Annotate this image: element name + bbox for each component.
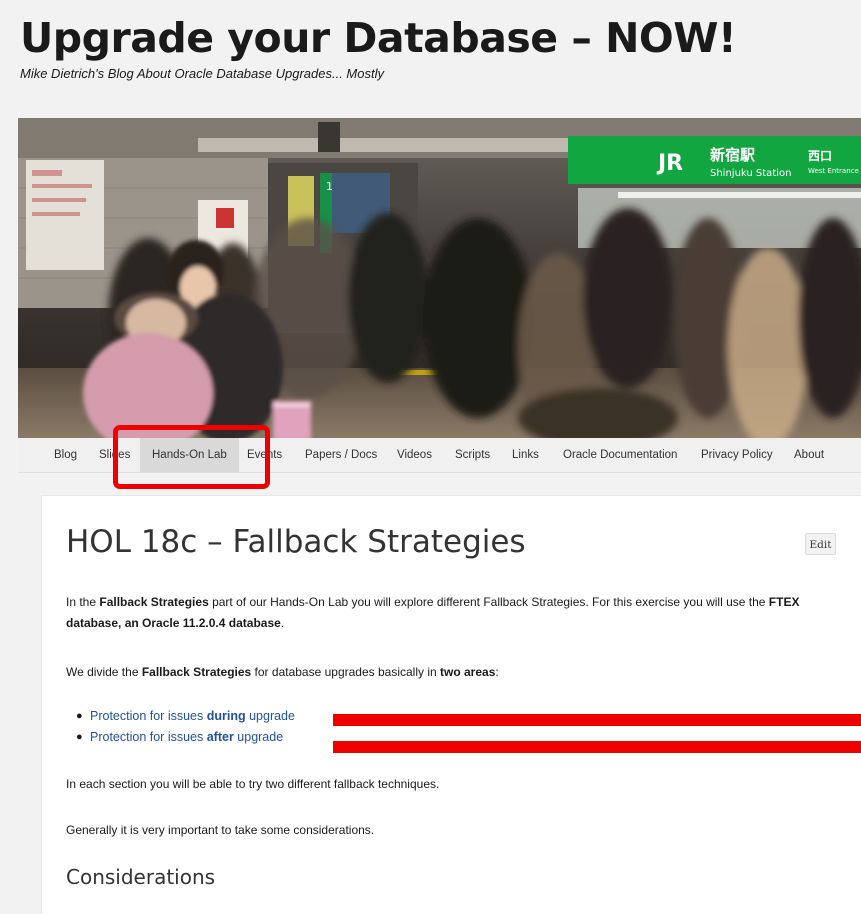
strategy-list: ● Protection for issues during upgrade ● P… [76, 706, 295, 748]
link-protection-during-upgrade[interactable]: ● Protection for issues during upgrade [76, 706, 295, 727]
annotation-highlight-box [113, 425, 270, 489]
general-paragraph: Generally it is very important to take s… [66, 823, 375, 837]
sections-paragraph: In each section you will be able to try … [66, 777, 440, 791]
nav-item-links[interactable]: Links [512, 438, 539, 472]
nav-item-papers-docs[interactable]: Papers / Docs [305, 438, 377, 472]
nav-item-scripts[interactable]: Scripts [455, 438, 490, 472]
nav-item-about[interactable]: About [794, 438, 824, 472]
header-image: 1 JR 新宿駅 Shinjuku Station 西口 West Entran… [18, 118, 861, 438]
nav-item-oracle-documentation[interactable]: Oracle Documentation [563, 438, 677, 472]
sign-exit-kanji: 西口 [808, 149, 832, 163]
site-title[interactable]: Upgrade your Database – NOW! [20, 14, 737, 62]
sign-logo: JR [656, 151, 683, 176]
intro-paragraph: In the Fallback Strategies part of our H… [66, 595, 800, 630]
edit-button[interactable]: Edit [805, 533, 836, 555]
nav-item-blog[interactable]: Blog [54, 438, 77, 472]
section-heading-considerations: Considerations [66, 865, 216, 889]
sign-number: 1 [326, 180, 333, 193]
annotation-underline [333, 741, 861, 753]
post-title: HOL 18c – Fallback Strategies [66, 524, 526, 560]
sign-station: Shinjuku Station [710, 168, 791, 179]
link-protection-after-upgrade[interactable]: ● Protection for issues after upgrade [76, 727, 295, 748]
sign-exit: West Entrance [808, 167, 859, 175]
annotation-underline [333, 714, 861, 726]
nav-item-videos[interactable]: Videos [397, 438, 432, 472]
bullet-dot: ● [76, 731, 83, 743]
site-tagline: Mike Dietrich's Blog About Oracle Databa… [20, 66, 384, 81]
nav-item-privacy-policy[interactable]: Privacy Policy [701, 438, 773, 472]
bullet-dot: ● [76, 710, 83, 722]
post-content: HOL 18c – Fallback Strategies Edit In th… [41, 495, 861, 914]
sign-kanji: 新宿駅 [710, 146, 756, 164]
divide-paragraph: We divide the Fallback Strategies for da… [66, 665, 499, 679]
